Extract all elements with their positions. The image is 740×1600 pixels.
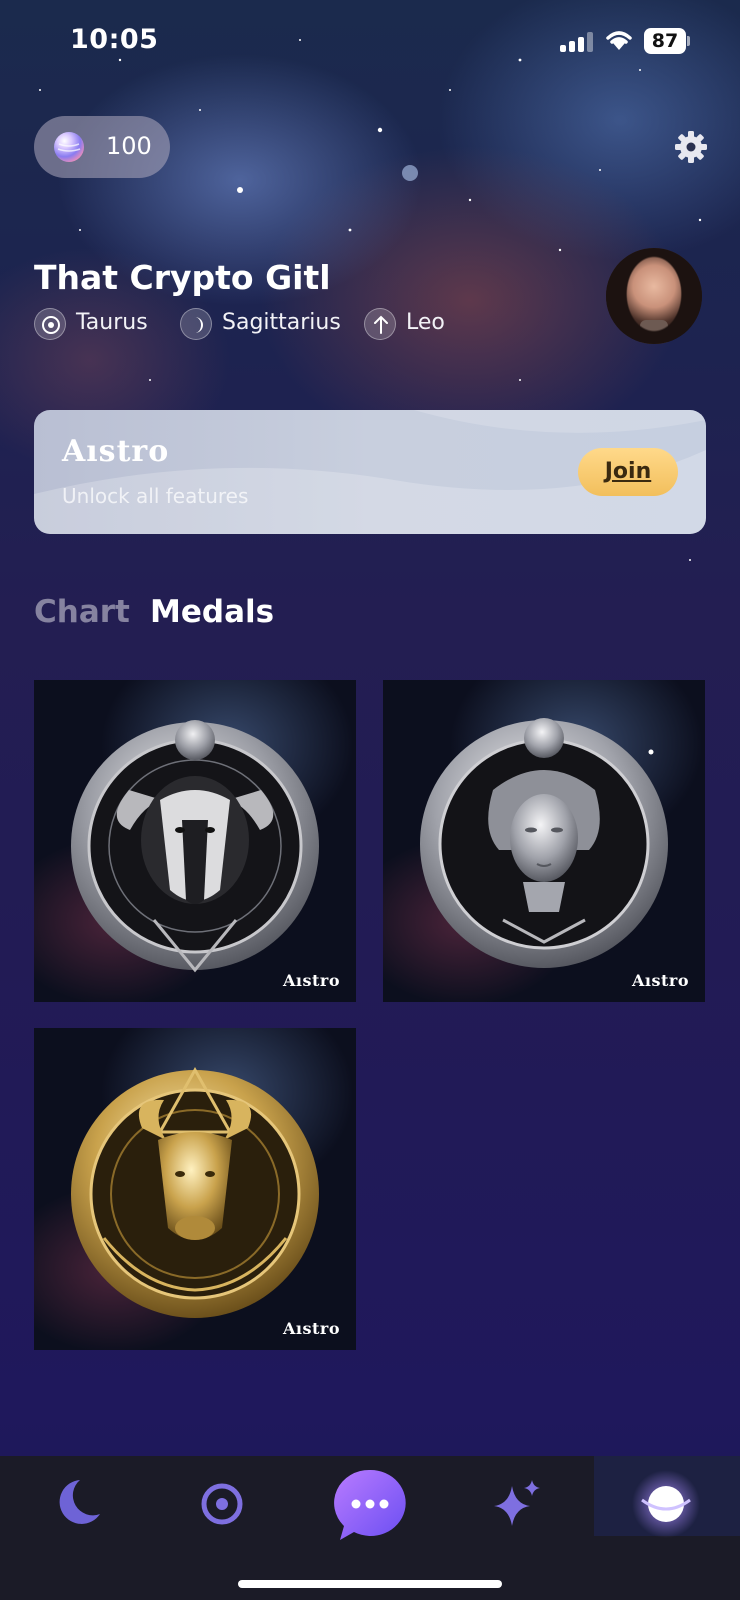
profile-tabs: Chart Medals	[34, 594, 434, 638]
medal-brand-label: Aıstro	[283, 1319, 340, 1338]
medal-card-bull[interactable]: Aıstro	[34, 1028, 356, 1350]
battery-icon: 87	[644, 28, 690, 54]
moon-sign-icon	[180, 308, 212, 340]
premium-promo-banner[interactable]: Aıstro Unlock all features Join	[34, 410, 706, 534]
avatar[interactable]	[606, 248, 702, 344]
settings-gear-icon[interactable]	[674, 130, 708, 164]
battery-level: 87	[644, 28, 686, 54]
status-time: 10:05	[70, 24, 159, 55]
profile-name: That Crypto Gitl	[34, 258, 331, 297]
tab-medals[interactable]: Medals	[150, 594, 274, 630]
status-bar: 10:05 87	[0, 0, 740, 84]
rising-sign-label: Leo	[406, 310, 445, 335]
sun-sign-icon	[34, 308, 66, 340]
moon-sign-label: Sagittarius	[222, 310, 341, 335]
chat-bubble-icon[interactable]	[310, 1456, 430, 1552]
ram-medal-icon	[71, 720, 319, 973]
coin-orb-stripes	[57, 143, 81, 152]
rising-sign-icon	[364, 308, 396, 340]
planet-icon[interactable]	[606, 1456, 726, 1552]
sparkles-icon[interactable]	[458, 1456, 578, 1552]
bottom-navigation	[0, 1456, 740, 1600]
promo-subtitle: Unlock all features	[62, 484, 249, 508]
medal-brand-label: Aıstro	[632, 971, 689, 990]
moon-icon[interactable]	[14, 1456, 134, 1552]
medal-card-ram[interactable]: Aıstro	[34, 680, 356, 1002]
home-indicator	[238, 1580, 502, 1588]
coins-count: 100	[106, 132, 152, 160]
promo-brand-logo: Aıstro	[62, 434, 170, 469]
wifi-icon	[606, 31, 632, 50]
medal-card-maiden[interactable]: Aıstro	[383, 680, 705, 1002]
bull-medal-icon	[71, 1066, 319, 1318]
cellular-signal-icon	[560, 32, 594, 52]
zodiac-signs-row: Taurus Sagittarius Leo	[34, 306, 474, 340]
medal-brand-label: Aıstro	[283, 971, 340, 990]
coins-balance-button[interactable]: 100	[34, 116, 170, 178]
sun-sign-label: Taurus	[76, 310, 148, 335]
tab-chart[interactable]: Chart	[34, 594, 130, 630]
maiden-medal-icon	[420, 718, 668, 968]
target-icon[interactable]	[162, 1456, 282, 1552]
join-button[interactable]: Join	[578, 448, 678, 496]
